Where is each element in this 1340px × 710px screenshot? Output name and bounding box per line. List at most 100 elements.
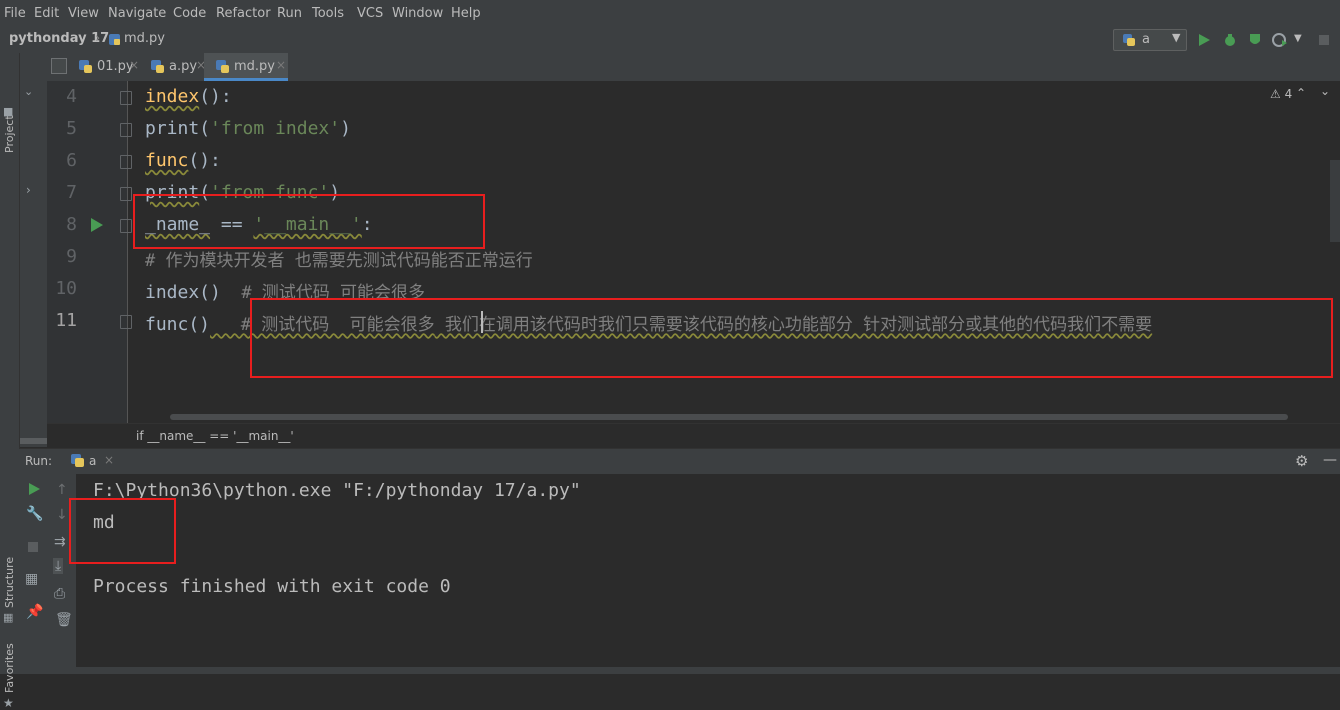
print-icon[interactable]: ⎙ — [54, 586, 65, 602]
tab-overview-icon[interactable] — [51, 58, 67, 74]
line-number: 7 — [66, 182, 77, 203]
python-file-icon — [79, 60, 92, 73]
star-icon: ★ — [3, 696, 14, 710]
menu-refactor[interactable]: Refactor — [216, 6, 271, 21]
close-icon[interactable]: × — [104, 453, 114, 467]
structure-icon: ▦ — [3, 611, 14, 624]
arrow-up-icon[interactable]: ↑ — [56, 482, 68, 498]
layout-icon[interactable]: ▦ — [25, 571, 38, 587]
favorites-tool-tab[interactable]: Favorites — [3, 643, 16, 693]
profile-icon[interactable] — [1272, 32, 1288, 48]
highlight-box — [250, 298, 1333, 378]
menu-run[interactable]: Run — [277, 6, 302, 21]
python-file-icon — [109, 34, 120, 45]
project-panel-scrollbar[interactable] — [20, 438, 47, 444]
menu-window[interactable]: Window — [392, 6, 443, 21]
chevron-right-icon[interactable]: › — [26, 183, 31, 197]
line-number: 8 — [66, 214, 77, 235]
tab-apy[interactable]: a.py × — [139, 53, 206, 80]
menu-vcs[interactable]: VCS — [357, 6, 383, 21]
line-number: 11 — [55, 310, 77, 331]
debug-icon[interactable] — [1222, 32, 1238, 48]
fold-marker-icon[interactable] — [120, 187, 132, 201]
run-config-label: a — [1142, 32, 1150, 47]
close-icon[interactable]: × — [276, 58, 286, 72]
editor-tab-bar: 01.py × a.py × md.py × — [47, 53, 1340, 82]
trash-icon[interactable]: 🗑 — [55, 612, 73, 628]
editor-vertical-scrollbar[interactable] — [1330, 160, 1340, 242]
run-tab-label[interactable]: a — [89, 454, 96, 468]
warning-icon: ⚠ — [1270, 87, 1281, 101]
left-tool-strip: Project ■ Structure ▦ Favorites ★ — [0, 53, 20, 710]
wrench-icon[interactable]: 🔧 — [26, 506, 43, 522]
rerun-icon[interactable] — [27, 482, 41, 496]
line-number: 10 — [55, 278, 77, 299]
line-number: 9 — [66, 246, 77, 267]
more-dropdown-icon[interactable]: ▼ — [1294, 33, 1302, 44]
gear-icon[interactable]: ⚙ — [1295, 452, 1308, 470]
arrow-down-icon[interactable]: ↓ — [56, 507, 68, 523]
chevron-down-icon[interactable]: ⌄ — [1320, 84, 1330, 98]
editor-breadcrumb: if __name__ == '__main__' — [47, 423, 1340, 448]
code-line: func(): — [145, 150, 221, 171]
highlight-box — [69, 498, 176, 564]
menu-file[interactable]: File — [4, 6, 26, 21]
project-tool-tab[interactable]: Project — [3, 115, 16, 153]
chevron-down-icon[interactable]: ⌄ — [24, 85, 33, 98]
structure-tool-tab[interactable]: Structure — [3, 557, 16, 608]
folder-icon: ■ — [3, 105, 14, 118]
code-line: index(): — [145, 86, 232, 107]
console-line: Process finished with exit code 0 — [93, 576, 451, 597]
line-number: 5 — [66, 118, 77, 139]
python-file-icon — [151, 60, 164, 73]
menu-navigate[interactable]: Navigate — [108, 6, 166, 21]
run-toolbar: 🔧 ▦ 📌 — [19, 474, 48, 674]
scroll-to-end-icon[interactable]: ⤓ — [53, 558, 64, 574]
code-line: print('from index') — [145, 118, 351, 139]
menu-edit[interactable]: Edit — [34, 6, 59, 21]
breadcrumb-item[interactable]: if __name__ == '__main__' — [136, 429, 294, 443]
chevron-up-icon[interactable]: ⌃ — [1296, 86, 1306, 100]
warning-indicator[interactable]: ⚠ 4 — [1270, 87, 1292, 101]
chevron-right-icon: › — [95, 31, 101, 46]
line-number: 4 — [66, 86, 77, 107]
python-file-icon — [216, 60, 229, 73]
highlight-box — [133, 194, 485, 249]
fold-marker-icon[interactable] — [120, 219, 132, 233]
navigation-bar: pythonday 17 › md.py a ▼ ▼ — [0, 28, 1340, 54]
stop-icon[interactable] — [27, 541, 39, 553]
coverage-icon[interactable] — [1247, 32, 1263, 48]
soft-wrap-icon[interactable]: ⇉ — [54, 534, 66, 550]
line-number: 6 — [66, 150, 77, 171]
code-line: # 作为模块开发者 也需要先测试代码能否正常运行 — [145, 251, 533, 271]
tab-01py[interactable]: 01.py × — [67, 53, 139, 80]
close-icon[interactable]: × — [129, 58, 139, 72]
python-icon — [71, 454, 84, 467]
run-gutter-icon[interactable] — [90, 217, 104, 233]
pin-icon[interactable]: 📌 — [26, 604, 43, 620]
fold-marker-icon[interactable] — [120, 155, 132, 169]
console-horizontal-scrollbar[interactable] — [76, 667, 1340, 674]
editor-horizontal-scrollbar[interactable] — [170, 414, 1288, 420]
fold-marker-icon[interactable] — [120, 123, 132, 137]
fold-marker-icon[interactable] — [120, 91, 132, 105]
menu-view[interactable]: View — [68, 6, 99, 21]
fold-marker-icon[interactable] — [120, 315, 132, 329]
file-breadcrumb[interactable]: md.py — [124, 31, 165, 46]
dropdown-arrow-icon: ▼ — [1172, 31, 1181, 44]
menu-bar: File Edit View Navigate Code Refactor Ru… — [0, 0, 1340, 29]
warning-count: 4 — [1284, 87, 1293, 101]
python-icon — [1123, 34, 1135, 46]
menu-help[interactable]: Help — [451, 6, 481, 21]
project-panel: ⌄ › — [20, 53, 47, 447]
run-tool-header: Run: a × ⚙ — — [19, 448, 1340, 476]
stop-icon[interactable] — [1316, 32, 1332, 48]
menu-code[interactable]: Code — [173, 6, 206, 21]
run-label: Run: — [25, 454, 53, 468]
run-console[interactable] — [76, 474, 1340, 674]
run-icon[interactable] — [1197, 33, 1211, 47]
menu-tools[interactable]: Tools — [312, 6, 344, 21]
tab-mdpy[interactable]: md.py × — [204, 53, 288, 81]
minimize-icon[interactable]: — — [1323, 452, 1337, 468]
run-config-select[interactable]: a ▼ — [1113, 29, 1187, 51]
